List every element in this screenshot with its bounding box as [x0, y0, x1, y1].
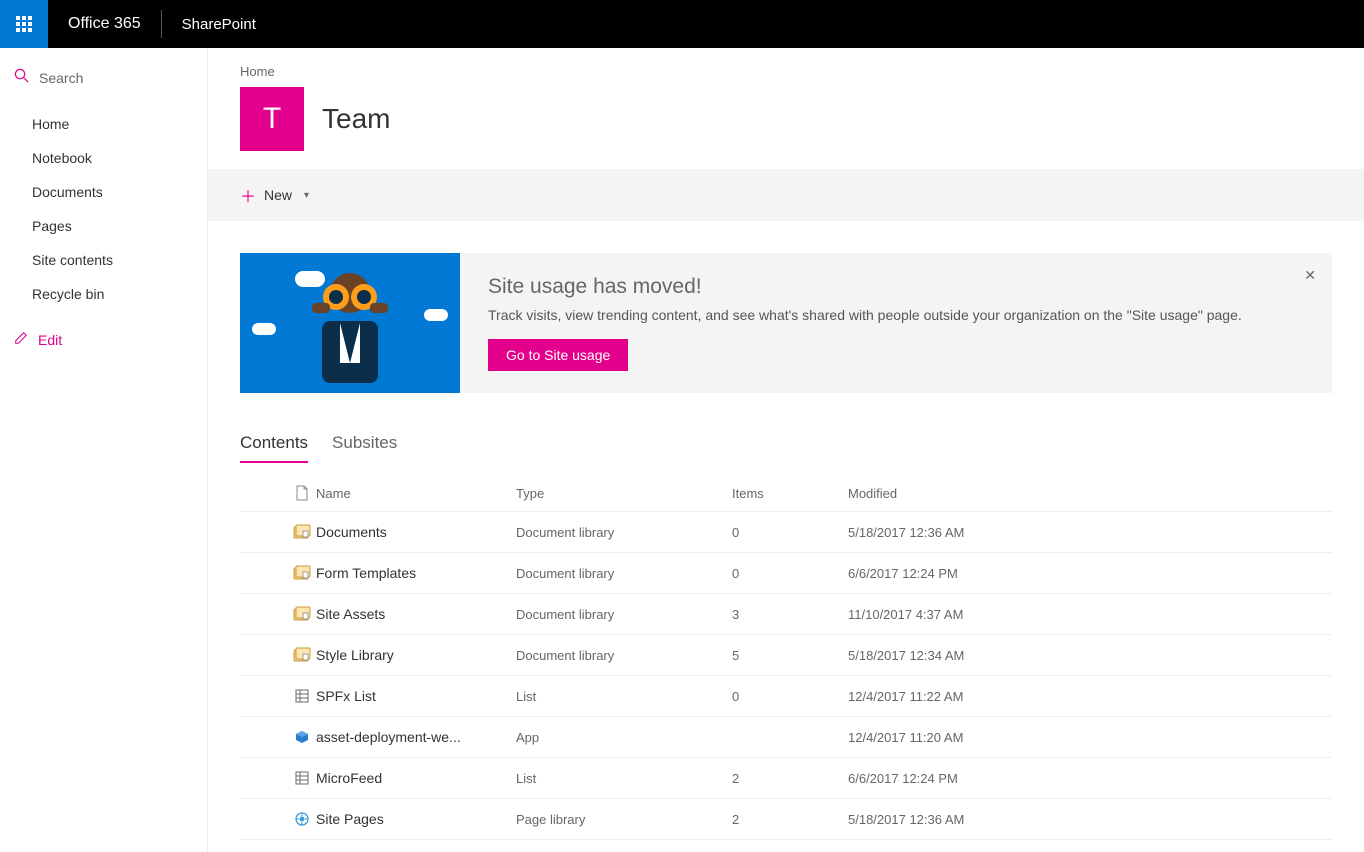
row-type-icon — [288, 524, 316, 540]
row-type: List — [516, 689, 732, 704]
row-type-icon — [288, 729, 316, 745]
row-name[interactable]: asset-deployment-we... — [316, 729, 516, 745]
nav-item-recycle-bin[interactable]: Recycle bin — [0, 277, 207, 311]
edit-nav-link[interactable]: Edit — [0, 321, 207, 358]
contents-table: Name Type Items Modified DocumentsDocume… — [208, 463, 1364, 840]
search-box[interactable]: Search — [0, 62, 207, 101]
table-row[interactable]: Form TemplatesDocument library06/6/2017 … — [240, 553, 1332, 594]
table-row[interactable]: Site PagesPage library25/18/2017 12:36 A… — [240, 799, 1332, 840]
row-name[interactable]: SPFx List — [316, 688, 516, 704]
waffle-icon — [16, 16, 32, 32]
row-modified: 6/6/2017 12:24 PM — [848, 771, 1332, 786]
banner-description: Track visits, view trending content, and… — [488, 307, 1304, 323]
page-header: Home T Team — [208, 48, 1364, 169]
tab-contents[interactable]: Contents — [240, 433, 308, 463]
row-type-icon — [288, 811, 316, 827]
row-name[interactable]: Documents — [316, 524, 516, 540]
search-icon — [14, 68, 29, 87]
banner-title: Site usage has moved! — [488, 275, 1304, 299]
column-header-type[interactable]: Type — [516, 486, 732, 501]
nav-item-pages[interactable]: Pages — [0, 209, 207, 243]
chevron-down-icon: ▾ — [304, 190, 309, 201]
nav-item-notebook[interactable]: Notebook — [0, 141, 207, 175]
row-type: App — [516, 730, 732, 745]
column-header-modified[interactable]: Modified — [848, 486, 1332, 501]
new-button[interactable]: ＋ New ▾ — [240, 177, 309, 213]
main-content: Home T Team ＋ New ▾ — [208, 48, 1364, 852]
banner-illustration — [240, 253, 460, 393]
row-modified: 5/18/2017 12:36 AM — [848, 525, 1332, 540]
row-type: Page library — [516, 812, 732, 827]
suite-bar: Office 365 SharePoint — [0, 0, 1364, 48]
row-modified: 5/18/2017 12:36 AM — [848, 812, 1332, 827]
row-items: 0 — [732, 525, 848, 540]
table-row[interactable]: Site AssetsDocument library311/10/2017 4… — [240, 594, 1332, 635]
row-type-icon — [288, 688, 316, 704]
table-row[interactable]: SPFx ListList012/4/2017 11:22 AM — [240, 676, 1332, 717]
row-name[interactable]: MicroFeed — [316, 770, 516, 786]
row-type: Document library — [516, 525, 732, 540]
row-items: 2 — [732, 812, 848, 827]
nav-item-documents[interactable]: Documents — [0, 175, 207, 209]
row-modified: 12/4/2017 11:20 AM — [848, 730, 1332, 745]
row-type-icon — [288, 647, 316, 663]
nav-list: Home Notebook Documents Pages Site conte… — [0, 101, 207, 321]
row-name[interactable]: Form Templates — [316, 565, 516, 581]
nav-item-site-contents[interactable]: Site contents — [0, 243, 207, 277]
search-placeholder: Search — [39, 70, 83, 86]
close-icon: ✕ — [1304, 267, 1316, 283]
table-header-row: Name Type Items Modified — [240, 475, 1332, 512]
content-tabs: Contents Subsites — [208, 393, 1364, 463]
row-items: 0 — [732, 566, 848, 581]
column-header-items[interactable]: Items — [732, 486, 848, 501]
edit-nav-label: Edit — [38, 332, 62, 348]
row-type: Document library — [516, 566, 732, 581]
plus-icon: ＋ — [240, 183, 256, 207]
nav-item-home[interactable]: Home — [0, 107, 207, 141]
command-bar: ＋ New ▾ — [208, 169, 1364, 221]
app-launcher-button[interactable] — [0, 0, 48, 48]
row-modified: 11/10/2017 4:37 AM — [848, 607, 1332, 622]
column-header-icon[interactable] — [288, 485, 316, 501]
site-title[interactable]: Team — [322, 103, 390, 135]
row-name[interactable]: Site Assets — [316, 606, 516, 622]
row-modified: 12/4/2017 11:22 AM — [848, 689, 1332, 704]
banner-close-button[interactable]: ✕ — [1304, 267, 1316, 284]
row-modified: 6/6/2017 12:24 PM — [848, 566, 1332, 581]
row-type-icon — [288, 770, 316, 786]
row-modified: 5/18/2017 12:34 AM — [848, 648, 1332, 663]
site-logo-tile[interactable]: T — [240, 87, 304, 151]
column-header-name[interactable]: Name — [316, 486, 516, 501]
row-items: 0 — [732, 689, 848, 704]
table-row[interactable]: MicroFeedList26/6/2017 12:24 PM — [240, 758, 1332, 799]
row-items: 3 — [732, 607, 848, 622]
row-items: 2 — [732, 771, 848, 786]
new-button-label: New — [264, 187, 292, 203]
row-type: List — [516, 771, 732, 786]
row-items: 5 — [732, 648, 848, 663]
tab-subsites[interactable]: Subsites — [332, 433, 397, 463]
site-usage-banner: Site usage has moved! Track visits, view… — [240, 253, 1332, 393]
pencil-icon — [14, 331, 28, 348]
left-nav: Search Home Notebook Documents Pages Sit… — [0, 48, 208, 852]
row-type-icon — [288, 606, 316, 622]
row-type: Document library — [516, 607, 732, 622]
row-name[interactable]: Site Pages — [316, 811, 516, 827]
row-type: Document library — [516, 648, 732, 663]
breadcrumb[interactable]: Home — [240, 64, 1332, 79]
table-row[interactable]: DocumentsDocument library05/18/2017 12:3… — [240, 512, 1332, 553]
row-type-icon — [288, 565, 316, 581]
suite-product-label[interactable]: Office 365 — [48, 15, 161, 33]
suite-app-label[interactable]: SharePoint — [162, 16, 276, 33]
table-row[interactable]: Style LibraryDocument library55/18/2017 … — [240, 635, 1332, 676]
table-row[interactable]: asset-deployment-we...App 12/4/2017 11:20… — [240, 717, 1332, 758]
row-name[interactable]: Style Library — [316, 647, 516, 663]
go-to-site-usage-button[interactable]: Go to Site usage — [488, 339, 628, 371]
